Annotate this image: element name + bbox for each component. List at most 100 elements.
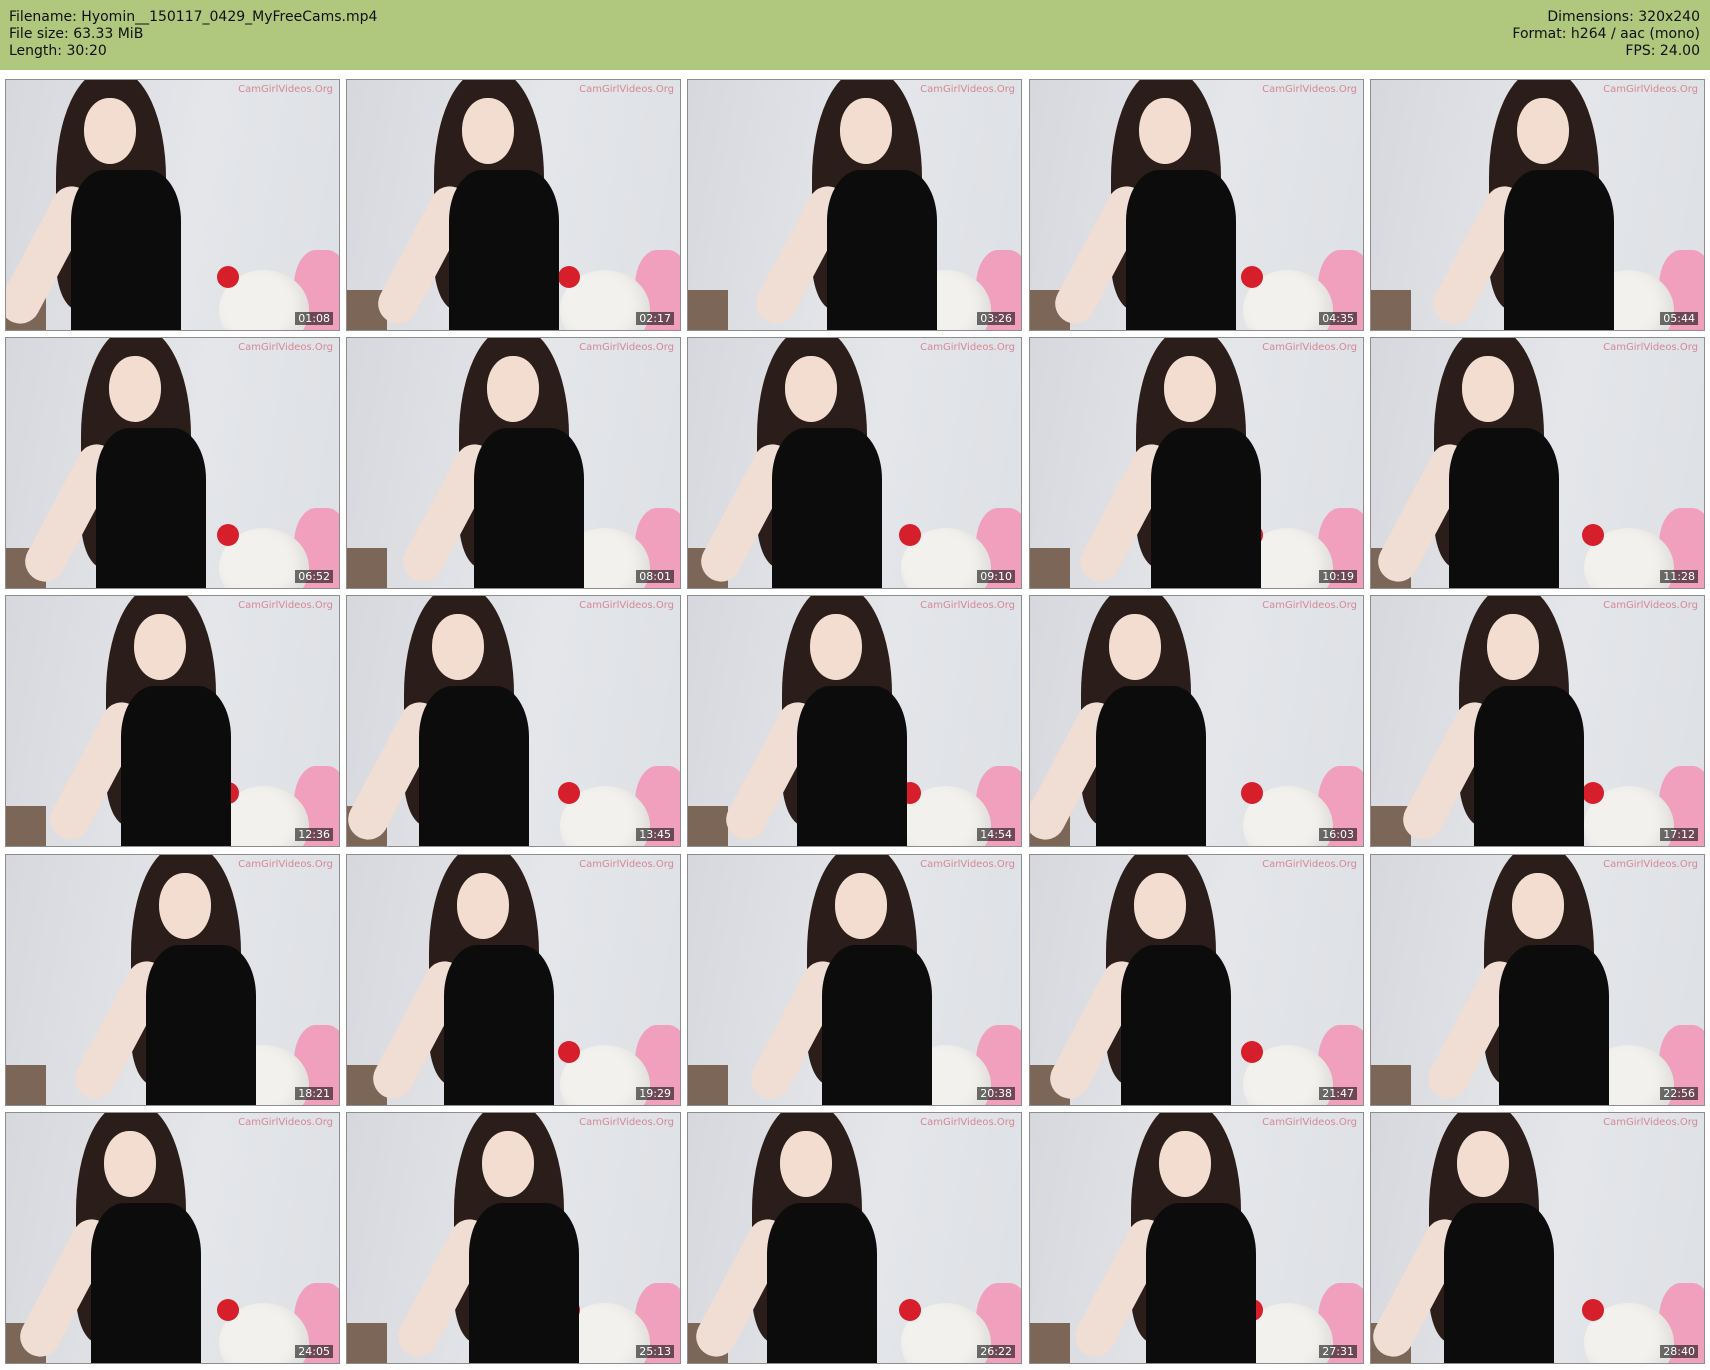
video-thumbnail[interactable]: CamGirlVideos.Org 21:47	[1029, 854, 1364, 1106]
timestamp-label: 27:31	[1319, 1345, 1357, 1358]
video-thumbnail[interactable]: CamGirlVideos.Org 28:40	[1370, 1112, 1705, 1364]
frame-figure-face	[109, 356, 161, 422]
frame-figure-face	[1159, 1131, 1211, 1197]
timestamp-label: 26:22	[977, 1345, 1015, 1358]
frame-figure-dress	[91, 1203, 201, 1363]
video-thumbnail[interactable]: CamGirlVideos.Org 22:56	[1370, 854, 1705, 1106]
frame-figure-face	[810, 614, 862, 680]
watermark-text: CamGirlVideos.Org	[1603, 859, 1698, 870]
timestamp-label: 04:35	[1319, 312, 1357, 325]
frame-figure-face	[482, 1131, 534, 1197]
timestamp-label: 08:01	[636, 570, 674, 583]
timestamp-label: 13:45	[636, 828, 674, 841]
timestamp-label: 02:17	[636, 312, 674, 325]
frame-figure-face	[1457, 1131, 1509, 1197]
frame-figure-face	[780, 1131, 832, 1197]
video-thumbnail[interactable]: CamGirlVideos.Org 05:44	[1370, 79, 1705, 331]
watermark-text: CamGirlVideos.Org	[238, 84, 333, 95]
frame-furniture	[6, 1065, 46, 1105]
video-thumbnail[interactable]: CamGirlVideos.Org 03:26	[687, 79, 1022, 331]
timestamp-label: 06:52	[295, 570, 333, 583]
video-thumbnail[interactable]: CamGirlVideos.Org 19:29	[346, 854, 681, 1106]
frame-figure-dress	[71, 170, 181, 330]
frame-figure-face	[462, 98, 514, 164]
frame-figure-face	[835, 873, 887, 939]
frame-figure-face	[785, 356, 837, 422]
watermark-text: CamGirlVideos.Org	[238, 859, 333, 870]
watermark-text: CamGirlVideos.Org	[579, 859, 674, 870]
watermark-text: CamGirlVideos.Org	[920, 859, 1015, 870]
watermark-text: CamGirlVideos.Org	[579, 84, 674, 95]
video-thumbnail[interactable]: CamGirlVideos.Org 14:54	[687, 595, 1022, 847]
frame-figure-dress	[767, 1203, 877, 1363]
frame-furniture	[688, 806, 728, 846]
frame-figure-dress	[146, 945, 256, 1105]
frame-figure-dress	[1499, 945, 1609, 1105]
frame-figure-dress	[822, 945, 932, 1105]
frame-figure-face	[84, 98, 136, 164]
video-thumbnail[interactable]: CamGirlVideos.Org 01:08	[5, 79, 340, 331]
watermark-text: CamGirlVideos.Org	[1603, 342, 1698, 353]
watermark-text: CamGirlVideos.Org	[1262, 342, 1357, 353]
timestamp-label: 20:38	[977, 1087, 1015, 1100]
frame-figure-dress	[1096, 686, 1206, 846]
thumbnail-grid: CamGirlVideos.Org 01:08 CamGirlVideos.Org 0…	[0, 0, 1710, 1370]
watermark-text: CamGirlVideos.Org	[920, 600, 1015, 611]
frame-furniture	[1371, 290, 1411, 330]
video-thumbnail[interactable]: CamGirlVideos.Org 08:01	[346, 337, 681, 589]
frame-teddy-ear	[1241, 266, 1263, 288]
video-thumbnail[interactable]: CamGirlVideos.Org 20:38	[687, 854, 1022, 1106]
frame-figure-face	[104, 1131, 156, 1197]
timestamp-label: 18:21	[295, 1087, 333, 1100]
frame-teddy-ear	[1241, 1041, 1263, 1063]
watermark-text: CamGirlVideos.Org	[1262, 859, 1357, 870]
timestamp-label: 01:08	[295, 312, 333, 325]
watermark-text: CamGirlVideos.Org	[579, 1117, 674, 1128]
frame-furniture	[1030, 548, 1070, 588]
timestamp-label: 12:36	[295, 828, 333, 841]
video-thumbnail[interactable]: CamGirlVideos.Org 18:21	[5, 854, 340, 1106]
timestamp-label: 16:03	[1319, 828, 1357, 841]
watermark-text: CamGirlVideos.Org	[1262, 84, 1357, 95]
frame-teddy-ear	[217, 524, 239, 546]
watermark-text: CamGirlVideos.Org	[1262, 1117, 1357, 1128]
video-thumbnail[interactable]: CamGirlVideos.Org 27:31	[1029, 1112, 1364, 1364]
frame-figure-face	[840, 98, 892, 164]
frame-figure-dress	[797, 686, 907, 846]
frame-teddy-ear	[558, 266, 580, 288]
video-thumbnail[interactable]: CamGirlVideos.Org 02:17	[346, 79, 681, 331]
frame-figure-dress	[96, 428, 206, 588]
frame-figure-dress	[474, 428, 584, 588]
timestamp-label: 28:40	[1660, 1345, 1698, 1358]
video-thumbnail[interactable]: CamGirlVideos.Org 06:52	[5, 337, 340, 589]
frame-teddy-ear	[558, 1041, 580, 1063]
timestamp-label: 10:19	[1319, 570, 1357, 583]
frame-furniture	[347, 548, 387, 588]
watermark-text: CamGirlVideos.Org	[1603, 84, 1698, 95]
watermark-text: CamGirlVideos.Org	[1603, 600, 1698, 611]
video-thumbnail[interactable]: CamGirlVideos.Org 26:22	[687, 1112, 1022, 1364]
frame-figure-dress	[1449, 428, 1559, 588]
video-thumbnail[interactable]: CamGirlVideos.Org 04:35	[1029, 79, 1364, 331]
frame-teddy-ear	[217, 266, 239, 288]
frame-furniture	[6, 806, 46, 846]
frame-figure-face	[1517, 98, 1569, 164]
watermark-text: CamGirlVideos.Org	[1603, 1117, 1698, 1128]
video-thumbnail[interactable]: CamGirlVideos.Org 11:28	[1370, 337, 1705, 589]
video-thumbnail[interactable]: CamGirlVideos.Org 09:10	[687, 337, 1022, 589]
frame-teddy-ear	[1582, 524, 1604, 546]
frame-furniture	[347, 1323, 387, 1363]
frame-figure-dress	[444, 945, 554, 1105]
video-thumbnail[interactable]: CamGirlVideos.Org 16:03	[1029, 595, 1364, 847]
video-thumbnail[interactable]: CamGirlVideos.Org 12:36	[5, 595, 340, 847]
frame-figure-face	[159, 873, 211, 939]
video-thumbnail[interactable]: CamGirlVideos.Org 17:12	[1370, 595, 1705, 847]
frame-figure-dress	[469, 1203, 579, 1363]
video-thumbnail[interactable]: CamGirlVideos.Org 25:13	[346, 1112, 681, 1364]
video-thumbnail[interactable]: CamGirlVideos.Org 24:05	[5, 1112, 340, 1364]
video-thumbnail[interactable]: CamGirlVideos.Org 10:19	[1029, 337, 1364, 589]
video-thumbnail[interactable]: CamGirlVideos.Org 13:45	[346, 595, 681, 847]
frame-figure-face	[1164, 356, 1216, 422]
watermark-text: CamGirlVideos.Org	[238, 1117, 333, 1128]
frame-furniture	[688, 1065, 728, 1105]
